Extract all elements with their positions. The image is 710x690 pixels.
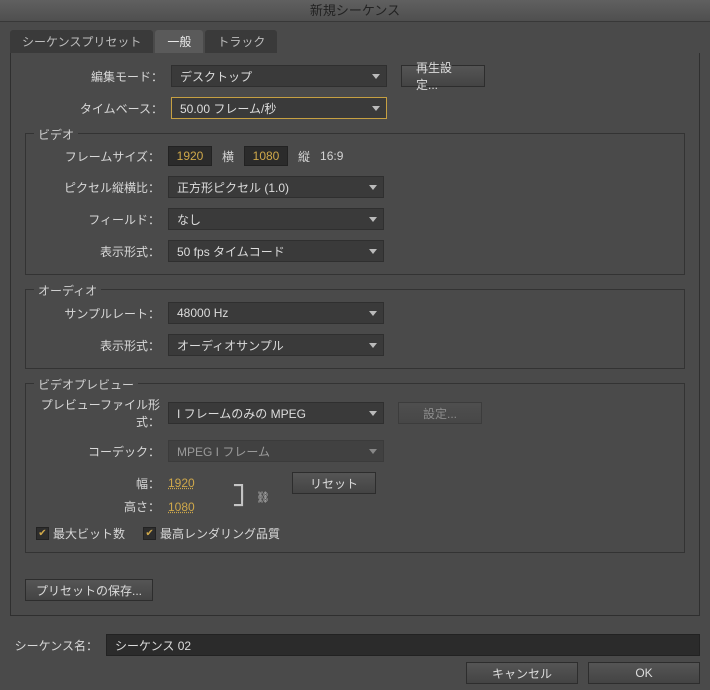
- label-codec: コーデック：: [36, 443, 168, 460]
- video-legend: ビデオ: [34, 126, 78, 143]
- audio-group: オーディオ サンプルレート： 48000 Hz 表示形式： オーディオサンプル: [25, 289, 685, 369]
- max-render-quality-checkbox[interactable]: ✔ 最高レンダリング品質: [143, 525, 280, 542]
- label-fields: フィールド：: [36, 211, 168, 228]
- preview-legend: ビデオプレビュー: [34, 376, 138, 393]
- label-height: 高さ：: [36, 498, 168, 515]
- chevron-down-icon: [369, 411, 377, 416]
- timebase-dropdown[interactable]: 50.00 フレーム/秒: [171, 97, 387, 119]
- check-icon: ✔: [143, 527, 156, 540]
- chevron-down-icon: [369, 311, 377, 316]
- ok-button[interactable]: OK: [588, 662, 700, 684]
- tab-tracks[interactable]: トラック: [205, 30, 277, 53]
- label-frame-size: フレームサイズ：: [36, 148, 168, 165]
- label-display-format-video: 表示形式：: [36, 243, 168, 260]
- chevron-down-icon: [369, 449, 377, 454]
- video-display-format-dropdown[interactable]: 50 fps タイムコード: [168, 240, 384, 262]
- check-icon: ✔: [36, 527, 49, 540]
- max-render-quality-label: 最高レンダリング品質: [160, 525, 280, 542]
- chevron-down-icon: [369, 343, 377, 348]
- cancel-button[interactable]: キャンセル: [466, 662, 578, 684]
- general-panel: 編集モード： デスクトップ 再生設定... タイムベース： 50.00 フレーム…: [10, 53, 700, 616]
- dialog-footer: キャンセル OK: [466, 662, 700, 684]
- label-preview-file-format: プレビューファイル形式：: [36, 396, 168, 430]
- tab-sequence-presets[interactable]: シーケンスプリセット: [10, 30, 153, 53]
- codec-value: MPEG I フレーム: [177, 443, 270, 460]
- codec-dropdown: MPEG I フレーム: [168, 440, 384, 462]
- max-bit-depth-label: 最大ビット数: [53, 525, 125, 542]
- fields-value: なし: [177, 211, 201, 228]
- link-icon[interactable]: ⛓: [256, 491, 270, 504]
- chevron-down-icon: [369, 185, 377, 190]
- edit-mode-dropdown[interactable]: デスクトップ: [171, 65, 387, 87]
- label-display-format-audio: 表示形式：: [36, 337, 168, 354]
- preview-settings-button: 設定...: [398, 402, 482, 424]
- fields-dropdown[interactable]: なし: [168, 208, 384, 230]
- label-sample-rate: サンプルレート：: [36, 305, 168, 322]
- window-titlebar: 新規シーケンス: [0, 0, 710, 22]
- preview-height-value[interactable]: 1080: [168, 500, 204, 514]
- sample-rate-value: 48000 Hz: [177, 306, 228, 320]
- reset-button[interactable]: リセット: [292, 472, 376, 494]
- chevron-down-icon: [369, 217, 377, 222]
- chevron-down-icon: [369, 249, 377, 254]
- frame-height-input[interactable]: [244, 146, 288, 166]
- preview-group: ビデオプレビュー プレビューファイル形式： I フレームのみの MPEG 設定.…: [25, 383, 685, 553]
- preview-file-format-dropdown[interactable]: I フレームのみの MPEG: [168, 402, 384, 424]
- aspect-text: 16:9: [320, 149, 343, 163]
- chevron-down-icon: [372, 74, 380, 79]
- label-sequence-name: シーケンス名：: [10, 637, 106, 654]
- label-edit-mode: 編集モード：: [25, 68, 171, 85]
- edit-mode-value: デスクトップ: [180, 68, 252, 85]
- tab-general[interactable]: 一般: [155, 30, 203, 53]
- sample-rate-dropdown[interactable]: 48000 Hz: [168, 302, 384, 324]
- playback-settings-button[interactable]: 再生設定...: [401, 65, 485, 87]
- label-width: 幅：: [36, 475, 168, 492]
- audio-display-format-dropdown[interactable]: オーディオサンプル: [168, 334, 384, 356]
- audio-display-format-value: オーディオサンプル: [177, 337, 284, 354]
- vert-label: 縦: [298, 148, 310, 165]
- preview-file-format-value: I フレームのみの MPEG: [177, 405, 306, 422]
- chevron-down-icon: [372, 106, 380, 111]
- horiz-label: 横: [222, 148, 234, 165]
- timebase-value: 50.00 フレーム/秒: [180, 100, 276, 117]
- tabs: シーケンスプリセット 一般 トラック: [10, 30, 700, 53]
- link-bracket-bottom: ┘: [234, 501, 250, 511]
- frame-width-input[interactable]: [168, 146, 212, 166]
- save-preset-button[interactable]: プリセットの保存...: [25, 579, 153, 601]
- video-group: ビデオ フレームサイズ： 横 縦 16:9 ピクセル縦横比： 正方形ピクセル (…: [25, 133, 685, 275]
- pixel-aspect-dropdown[interactable]: 正方形ピクセル (1.0): [168, 176, 384, 198]
- label-pixel-aspect: ピクセル縦横比：: [36, 179, 168, 196]
- link-bracket-top: ┐: [234, 481, 250, 491]
- label-timebase: タイムベース：: [25, 100, 171, 117]
- preview-width-value[interactable]: 1920: [168, 476, 204, 490]
- max-bit-depth-checkbox[interactable]: ✔ 最大ビット数: [36, 525, 125, 542]
- audio-legend: オーディオ: [34, 282, 101, 299]
- video-display-format-value: 50 fps タイムコード: [177, 243, 285, 260]
- pixel-aspect-value: 正方形ピクセル (1.0): [177, 179, 289, 196]
- sequence-name-input[interactable]: [106, 634, 700, 656]
